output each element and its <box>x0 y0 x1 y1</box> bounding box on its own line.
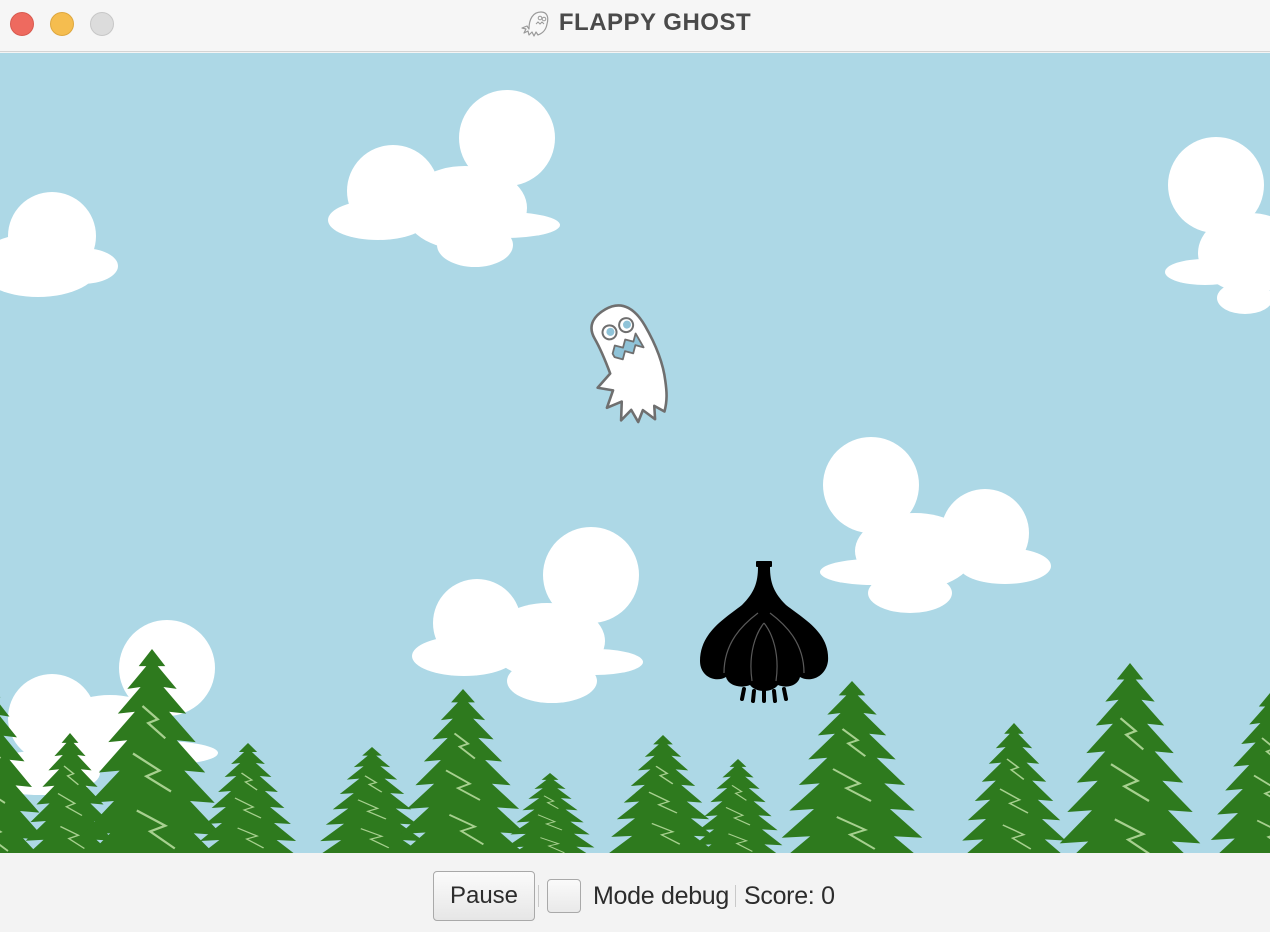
debug-mode-label[interactable]: Mode debug <box>593 882 729 911</box>
game-window: FLAPPY GHOST Pause Mode debug Score: 0 <box>0 0 1270 932</box>
ghost-icon <box>521 11 549 37</box>
game-canvas[interactable] <box>0 53 1270 853</box>
score-label: Score: <box>744 882 815 910</box>
pause-button[interactable]: Pause <box>433 871 535 921</box>
score-value: 0 <box>821 882 835 910</box>
window-title-group: FLAPPY GHOST <box>0 6 1270 40</box>
game-scene[interactable] <box>0 53 1270 853</box>
debug-mode-checkbox[interactable] <box>547 879 581 913</box>
separator <box>735 885 736 907</box>
sky-background <box>0 53 1270 853</box>
title-bar: FLAPPY GHOST <box>0 0 1270 52</box>
control-bar: Pause Mode debug Score: 0 <box>0 853 1270 932</box>
window-title: FLAPPY GHOST <box>558 9 752 36</box>
separator <box>538 885 539 907</box>
score-display: Score: 0 <box>744 882 835 911</box>
